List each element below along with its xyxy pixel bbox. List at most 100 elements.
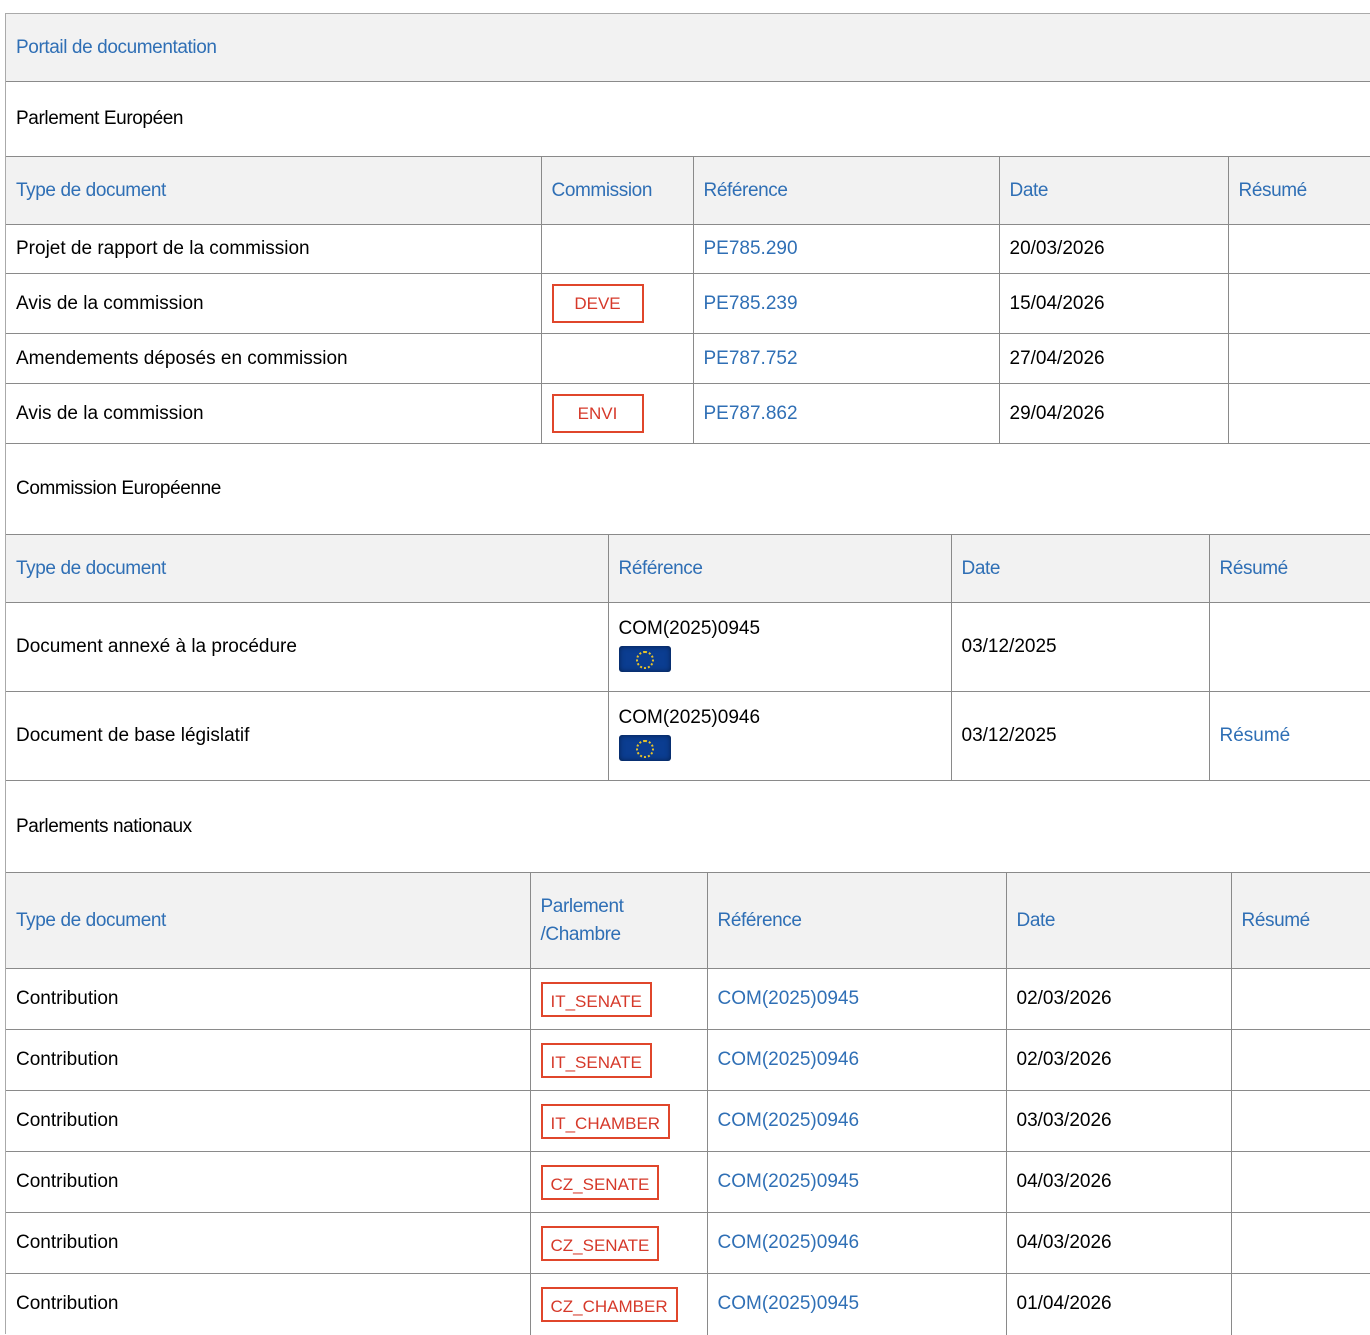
- np-header-summary[interactable]: Résumé: [1230, 872, 1370, 969]
- reference-block: COM(2025)0946: [618, 706, 941, 767]
- chamber-badge[interactable]: IT_CHAMBER: [540, 1103, 671, 1139]
- summary-cell: [1230, 1273, 1370, 1335]
- document-type: Contribution: [6, 1151, 530, 1213]
- document-type: Avis de la commission: [6, 383, 541, 444]
- table-row: Amendements déposés en commission PE787.…: [6, 333, 1370, 384]
- commission-badge[interactable]: DEVE: [551, 284, 644, 323]
- chamber-badge[interactable]: IT_SENATE: [540, 981, 652, 1017]
- summary-cell: [1230, 1090, 1370, 1152]
- ec-documents-table: Type de document Référence Date Résumé D…: [6, 534, 1370, 781]
- summary-cell: [1230, 968, 1370, 1030]
- eu-flag-icon[interactable]: [618, 645, 671, 672]
- ec-table-header-row: Type de document Référence Date Résumé: [6, 534, 1370, 603]
- ep-table-header-row: Type de document Commission Référence Da…: [6, 156, 1370, 225]
- document-date: 02/03/2026: [1005, 1029, 1231, 1091]
- summary-cell: [1230, 1212, 1370, 1274]
- ep-header-date[interactable]: Date: [998, 156, 1228, 225]
- chamber-badge[interactable]: IT_SENATE: [540, 1042, 652, 1078]
- document-type: Amendements déposés en commission: [6, 333, 541, 384]
- np-section-title-text: Parlements nationaux: [16, 815, 192, 837]
- document-date: 03/12/2025: [950, 602, 1209, 692]
- portal-header[interactable]: Portail de documentation: [6, 14, 1370, 82]
- document-type: Contribution: [6, 1090, 530, 1152]
- documentation-portal: Portail de documentation Parlement Europ…: [5, 13, 1370, 1335]
- document-date: 20/03/2026: [998, 224, 1228, 274]
- reference-text: COM(2025)0946: [618, 706, 761, 728]
- np-table-header-row: Type de document Parlement /Chambre Réfé…: [6, 872, 1370, 969]
- chamber-badge[interactable]: CZ_SENATE: [540, 1164, 660, 1200]
- ec-header-type[interactable]: Type de document: [6, 534, 608, 603]
- reference-link[interactable]: COM(2025)0946: [718, 1232, 860, 1253]
- reference-link[interactable]: PE785.239: [704, 293, 798, 314]
- summary-cell: [1227, 224, 1370, 274]
- document-type: Contribution: [6, 968, 530, 1030]
- ec-header-date[interactable]: Date: [950, 534, 1209, 603]
- np-section-title: Parlements nationaux: [6, 781, 1370, 872]
- summary-cell: [1208, 602, 1370, 692]
- table-row: Document de base législatif COM(2025)094…: [6, 691, 1370, 781]
- document-type: Avis de la commission: [6, 273, 541, 334]
- eu-flag-icon[interactable]: [618, 734, 671, 761]
- ec-section-title-text: Commission Européenne: [16, 478, 221, 499]
- reference-link[interactable]: COM(2025)0945: [718, 1293, 860, 1314]
- document-type: Document de base législatif: [6, 691, 608, 781]
- summary-cell: [1230, 1151, 1370, 1213]
- table-row: Contribution CZ_SENATE COM(2025)0945 04/…: [6, 1151, 1370, 1213]
- ep-header-commission[interactable]: Commission: [540, 156, 693, 225]
- document-type: Contribution: [6, 1212, 530, 1274]
- document-date: 03/03/2026: [1005, 1090, 1231, 1152]
- reference-link[interactable]: PE787.752: [704, 348, 798, 369]
- table-row: Projet de rapport de la commission PE785…: [6, 224, 1370, 274]
- reference-block: COM(2025)0945: [618, 617, 941, 678]
- document-date: 02/03/2026: [1005, 968, 1231, 1030]
- commission-cell: [540, 333, 693, 384]
- document-type: Contribution: [6, 1029, 530, 1091]
- np-header-reference[interactable]: Référence: [706, 872, 1006, 969]
- summary-cell: [1227, 383, 1370, 444]
- chamber-badge[interactable]: CZ_CHAMBER: [540, 1286, 678, 1322]
- document-date: 04/03/2026: [1005, 1212, 1231, 1274]
- np-documents-table: Type de document Parlement /Chambre Réfé…: [6, 872, 1370, 1335]
- reference-link[interactable]: COM(2025)0946: [718, 1049, 860, 1070]
- reference-link[interactable]: COM(2025)0946: [718, 1110, 860, 1131]
- summary-cell: [1227, 273, 1370, 334]
- ep-header-type[interactable]: Type de document: [6, 156, 541, 225]
- chamber-badge[interactable]: CZ_SENATE: [540, 1225, 660, 1261]
- document-date: 27/04/2026: [998, 333, 1228, 384]
- reference-link[interactable]: COM(2025)0945: [718, 988, 860, 1009]
- ep-header-summary[interactable]: Résumé: [1227, 156, 1370, 225]
- ep-section-title: Parlement Européen: [6, 82, 1370, 156]
- summary-cell: [1227, 333, 1370, 384]
- table-row: Contribution IT_CHAMBER COM(2025)0946 03…: [6, 1090, 1370, 1152]
- ep-section-title-text: Parlement Européen: [16, 108, 184, 129]
- document-date: 15/04/2026: [998, 273, 1228, 334]
- document-date: 04/03/2026: [1005, 1151, 1231, 1213]
- np-header-type[interactable]: Type de document: [6, 872, 530, 969]
- portal-title[interactable]: Portail de documentation: [16, 37, 217, 59]
- document-type: Contribution: [6, 1273, 530, 1335]
- ep-documents-table: Type de document Commission Référence Da…: [6, 156, 1370, 444]
- commission-badge[interactable]: ENVI: [551, 394, 644, 433]
- ec-header-reference[interactable]: Référence: [607, 534, 951, 603]
- table-row: Contribution IT_SENATE COM(2025)0945 02/…: [6, 968, 1370, 1030]
- ec-section-title: Commission Européenne: [6, 444, 1370, 534]
- np-header-date[interactable]: Date: [1005, 872, 1231, 969]
- document-date: 29/04/2026: [998, 383, 1228, 444]
- summary-link[interactable]: Résumé: [1220, 725, 1291, 746]
- reference-link[interactable]: COM(2025)0945: [718, 1171, 860, 1192]
- summary-cell: [1230, 1029, 1370, 1091]
- table-row: Contribution CZ_CHAMBER COM(2025)0945 01…: [6, 1273, 1370, 1335]
- ec-header-summary[interactable]: Résumé: [1208, 534, 1370, 603]
- document-date: 01/04/2026: [1005, 1273, 1231, 1335]
- document-date: 03/12/2025: [950, 691, 1209, 781]
- document-type: Projet de rapport de la commission: [6, 224, 541, 274]
- reference-link[interactable]: PE785.290: [704, 238, 798, 259]
- np-header-chamber[interactable]: Parlement /Chambre: [529, 872, 707, 969]
- table-row: Avis de la commission DEVE PE785.239 15/…: [6, 273, 1370, 334]
- table-row: Contribution IT_SENATE COM(2025)0946 02/…: [6, 1029, 1370, 1091]
- reference-link[interactable]: PE787.862: [704, 403, 798, 424]
- ep-header-reference[interactable]: Référence: [692, 156, 999, 225]
- document-type: Document annexé à la procédure: [6, 602, 608, 692]
- commission-cell: [540, 224, 693, 274]
- table-row: Contribution CZ_SENATE COM(2025)0946 04/…: [6, 1212, 1370, 1274]
